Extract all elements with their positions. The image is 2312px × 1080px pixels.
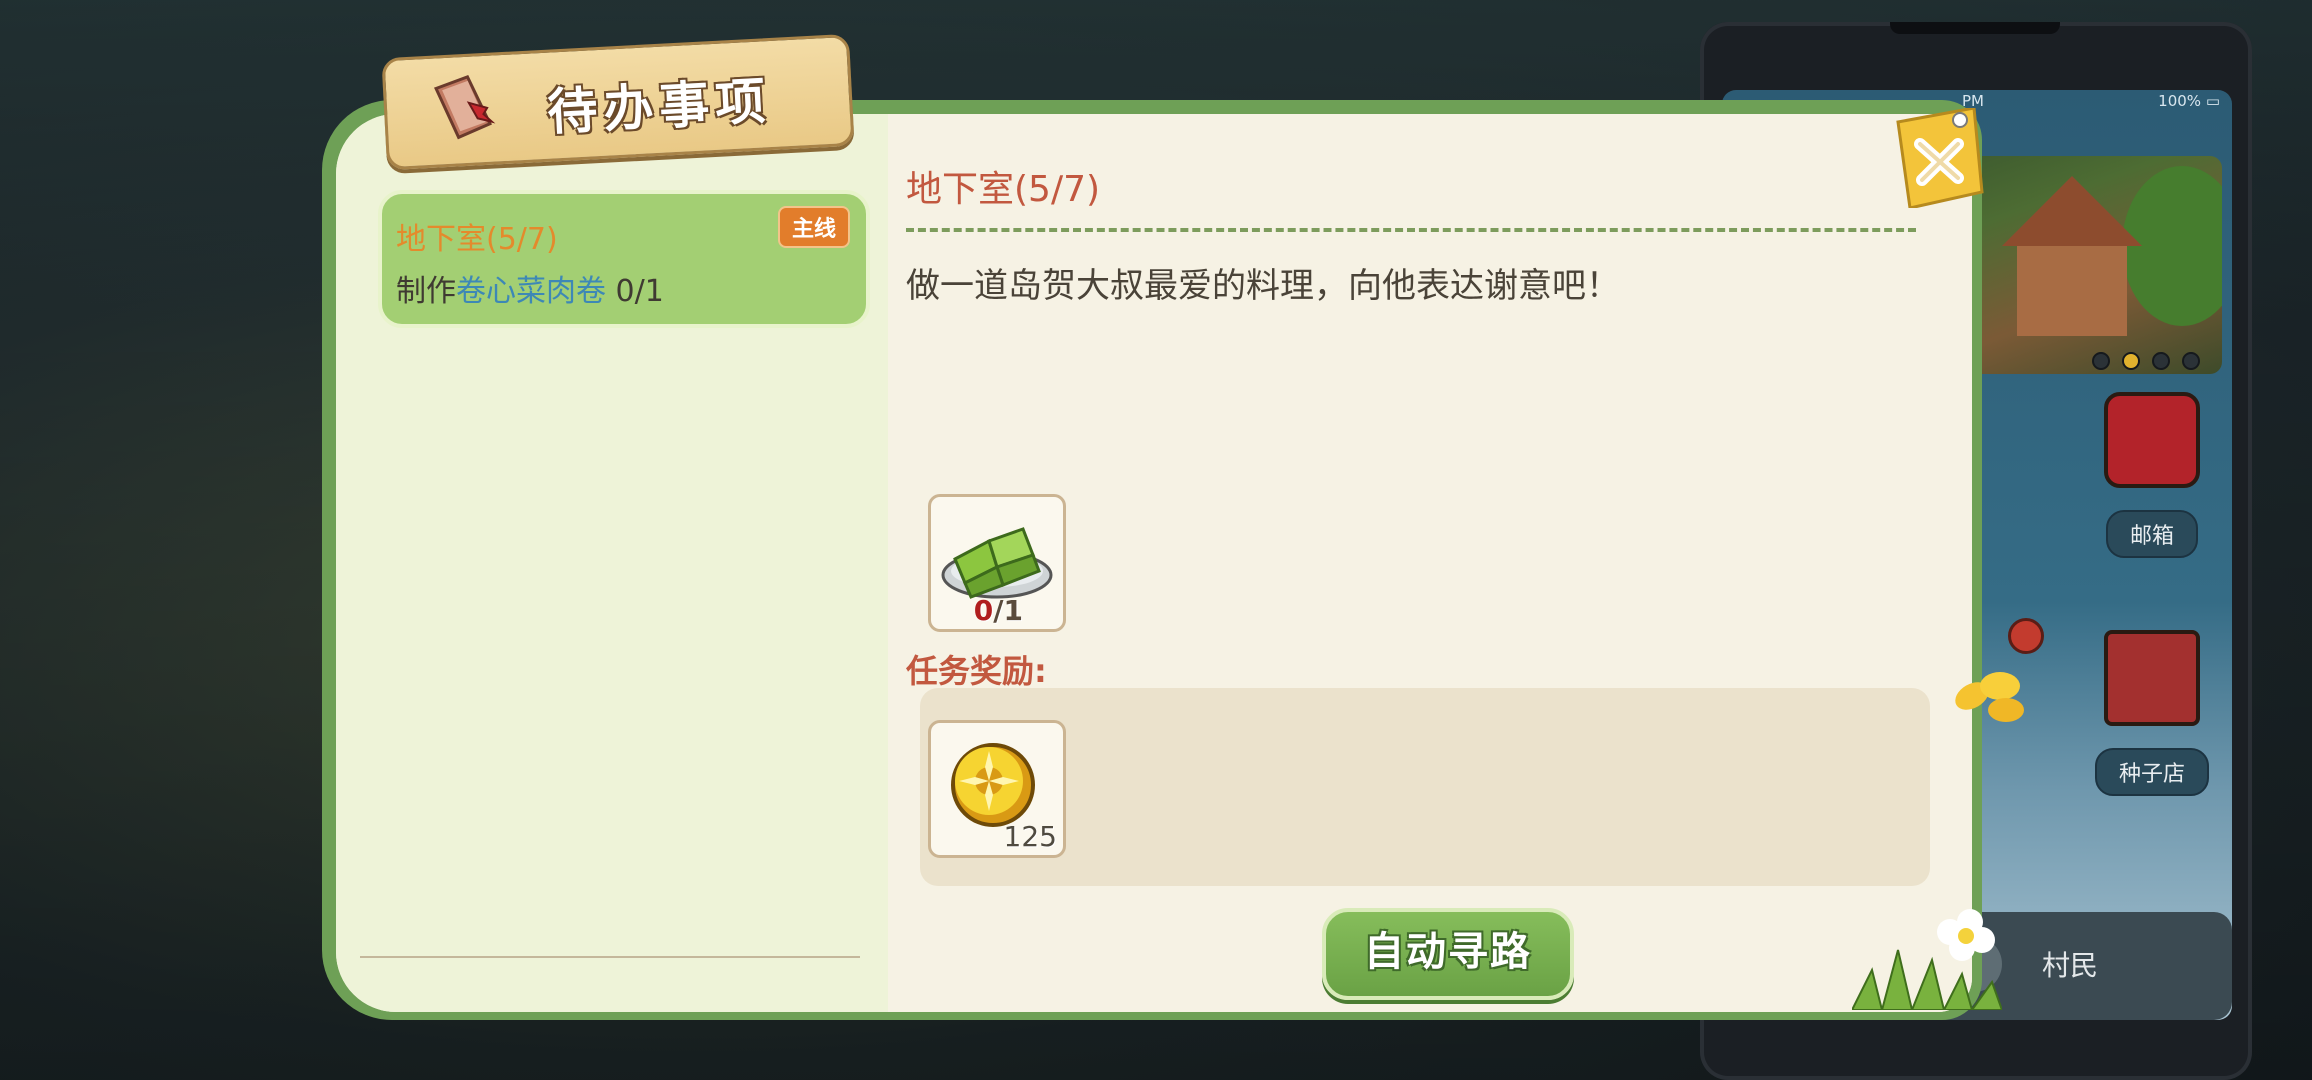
quest-action: 制作 bbox=[396, 274, 456, 309]
dock-villager-label[interactable]: 村民 bbox=[2042, 944, 2098, 984]
app-seed-shop[interactable]: 种子店 bbox=[2092, 630, 2212, 796]
auto-pathfind-button[interactable]: 自动寻路 bbox=[1322, 908, 1574, 1000]
app-mailbox[interactable]: 邮箱 bbox=[2092, 392, 2212, 558]
mailbox-icon bbox=[2104, 392, 2200, 488]
quest-list-column: 地下室(5/7) 主线 制作卷心菜肉卷 0/1 bbox=[336, 114, 888, 1012]
banner-dot-active[interactable] bbox=[2122, 352, 2140, 370]
main-quest-badge: 主线 bbox=[777, 206, 850, 248]
seed-shop-icon bbox=[2104, 630, 2200, 726]
yellow-flower-icon bbox=[1955, 672, 2024, 722]
reward-item-slot[interactable]: 125 bbox=[928, 720, 1066, 858]
quest-title: 地下室(5/7) bbox=[396, 222, 558, 257]
todo-panel-inner: 地下室(5/7) 主线 制作卷心菜肉卷 0/1 地下室(5/7) 做一道岛贺大叔… bbox=[336, 114, 1972, 1012]
reward-box bbox=[920, 688, 1930, 886]
phone-notch bbox=[1890, 22, 2060, 34]
app-seed-shop-label: 种子店 bbox=[2094, 748, 2209, 796]
detail-divider bbox=[906, 228, 1916, 232]
banner-dot[interactable] bbox=[2152, 352, 2170, 370]
banner-dot[interactable] bbox=[2092, 352, 2110, 370]
banner-dot[interactable] bbox=[2182, 352, 2200, 370]
page-title: 待办事项 bbox=[545, 72, 773, 142]
quest-item-name: 卷心菜肉卷 bbox=[456, 274, 606, 309]
detail-title: 地下室(5/7) bbox=[906, 169, 1101, 210]
banner-dots bbox=[2092, 352, 2212, 374]
quest-objective: 制作卷心菜肉卷 0/1 bbox=[396, 266, 664, 310]
quest-card[interactable]: 地下室(5/7) 主线 制作卷心菜肉卷 0/1 bbox=[378, 190, 870, 328]
reward-label: 任务奖励: bbox=[906, 652, 1047, 690]
quest-detail-column: 地下室(5/7) 做一道岛贺大叔最爱的料理，向他表达谢意吧！ 0/1 任务奖励: bbox=[888, 114, 1972, 1012]
phone-battery: 100% ▭ bbox=[2158, 92, 2220, 110]
book-icon bbox=[434, 74, 496, 140]
todo-panel: 地下室(5/7) 主线 制作卷心菜肉卷 0/1 地下室(5/7) 做一道岛贺大叔… bbox=[322, 100, 1982, 1020]
detail-description: 做一道岛贺大叔最爱的料理，向他表达谢意吧！ bbox=[906, 266, 1620, 306]
list-divider bbox=[360, 956, 860, 958]
reward-count: 125 bbox=[1003, 820, 1057, 853]
app-mailbox-label: 邮箱 bbox=[2105, 510, 2198, 558]
notification-dot bbox=[2008, 618, 2044, 654]
house-image bbox=[2017, 246, 2127, 336]
close-button[interactable] bbox=[1876, 108, 1984, 208]
grass-decoration bbox=[1852, 949, 2002, 1010]
required-item-slot[interactable]: 0/1 bbox=[928, 494, 1066, 632]
required-item-count: 0/1 bbox=[973, 594, 1023, 627]
quest-progress: 0/1 bbox=[615, 274, 664, 309]
house-roof-image bbox=[2002, 176, 2142, 246]
